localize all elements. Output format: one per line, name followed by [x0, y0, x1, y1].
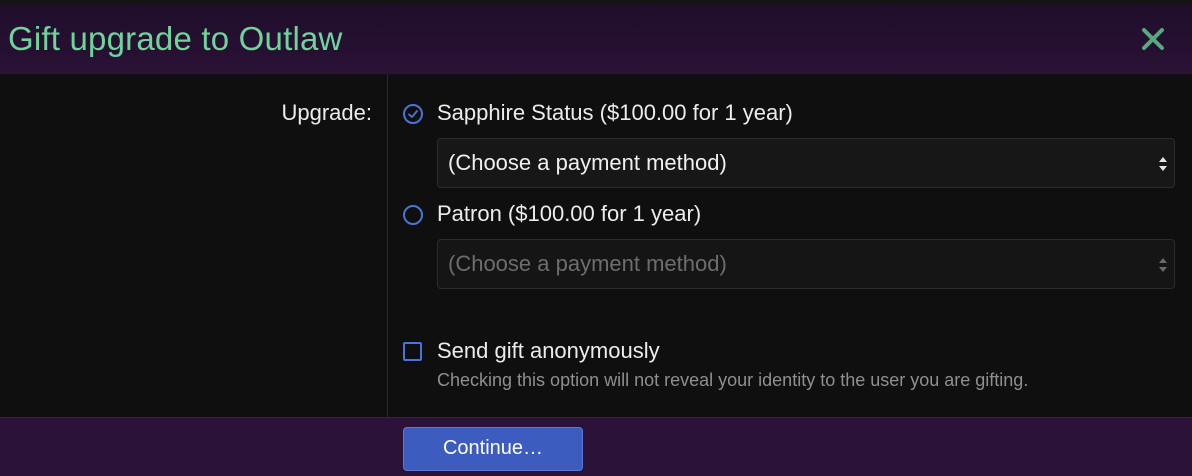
dialog-header: Gift upgrade to Outlaw: [0, 0, 1192, 74]
sapphire-payment-select[interactable]: (Choose a payment method): [437, 138, 1175, 188]
dialog-title: Gift upgrade to Outlaw: [8, 20, 343, 57]
dialog-footer: Continue…: [0, 417, 1192, 476]
patron-payment-value: (Choose a payment method): [448, 251, 727, 276]
sapphire-radio[interactable]: [403, 104, 423, 124]
close-icon[interactable]: [1140, 26, 1166, 52]
anonymous-label[interactable]: Send gift anonymously: [437, 338, 660, 364]
check-circle-icon: [408, 110, 418, 118]
gift-upgrade-dialog: Gift upgrade to Outlaw Upgrade: Sapphire…: [0, 0, 1192, 476]
patron-radio[interactable]: [403, 205, 423, 225]
sort-arrows-icon: [1159, 258, 1167, 272]
column-divider: [387, 74, 388, 417]
anonymous-checkbox[interactable]: [403, 342, 422, 361]
continue-button[interactable]: Continue…: [403, 427, 583, 471]
upgrade-label: Upgrade:: [281, 100, 372, 125]
dialog-body: Upgrade: Sapphire Status ($100.00 for 1 …: [0, 74, 1192, 417]
patron-payment-select[interactable]: (Choose a payment method): [437, 239, 1175, 289]
anonymous-hint: Checking this option will not reveal you…: [437, 370, 1029, 390]
sapphire-payment-value: (Choose a payment method): [448, 150, 727, 175]
sapphire-option-label[interactable]: Sapphire Status ($100.00 for 1 year): [437, 100, 793, 126]
sort-arrows-icon: [1159, 157, 1167, 171]
patron-option-label[interactable]: Patron ($100.00 for 1 year): [437, 201, 701, 227]
